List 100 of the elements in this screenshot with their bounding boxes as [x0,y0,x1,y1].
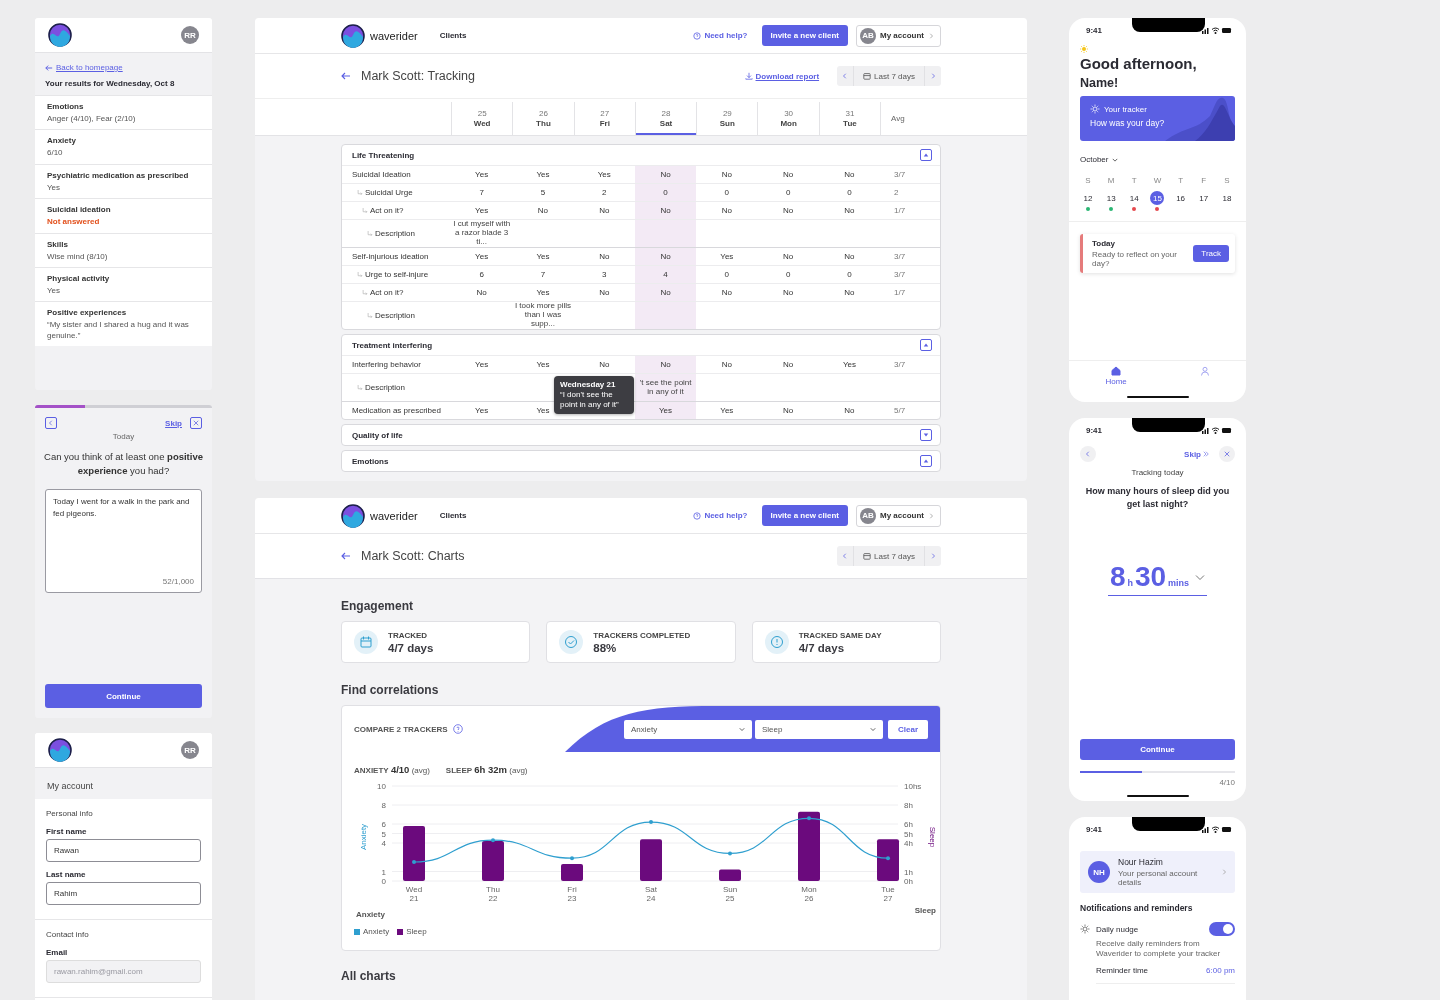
toggle-button[interactable] [920,429,932,441]
arrow-left-icon[interactable] [341,551,351,561]
logo-icon [341,503,365,528]
toggle-button[interactable] [920,149,932,161]
user-name: Name! [1080,76,1120,90]
profile-name: Nour Hazim [1118,857,1164,867]
close-button[interactable] [1219,446,1235,462]
arrow-left-icon[interactable] [341,71,351,81]
avatar[interactable]: RR [181,741,199,759]
result-value: Anger (4/10), Fear (2/10) [47,114,137,125]
table-cell: 4 [663,270,668,279]
sun-icon [1080,924,1090,934]
text-field[interactable]: Rahim [46,882,201,905]
back-button[interactable] [45,417,57,429]
account-button[interactable]: AB My account [856,24,941,47]
axis-tick: Sun 25 [722,885,738,903]
sleep-bar [877,839,899,881]
legend-label: Anxiety [363,927,390,936]
result-label: Skills [47,239,69,249]
table-cell: No [599,252,610,261]
reminder-time-link[interactable]: 6:00 pm [1206,965,1235,975]
axis-tick: Tue 27 [881,885,895,903]
nav-link[interactable]: Clients [439,511,467,520]
toggle-button[interactable] [920,339,932,351]
caret-up-icon [923,342,929,348]
signal-wifi-battery-icon [1202,26,1232,34]
invite-button[interactable]: Invite a new client [761,505,848,526]
chevron-right-icon [1221,869,1227,875]
back-link[interactable]: Back to homepage [45,63,123,72]
account-button[interactable]: AB My account [856,504,941,527]
sub-item-arrow-icon [367,230,373,237]
day-tab[interactable]: 31 Tue [818,102,881,135]
skip-link[interactable]: Skip [165,418,182,428]
person-icon [1199,366,1210,376]
tracker-label: Your tracker [1104,104,1147,114]
home-indicator [1126,396,1189,398]
table-cell: No [721,170,732,179]
axis-title: Sleep [928,826,937,848]
answer-field[interactable]: Today I went for a walk in the park and fed pigeons. 52/1,000 [45,488,202,593]
date-range-button[interactable]: Last 7 days [853,66,925,86]
calendar-date[interactable]: 12 [1081,191,1095,205]
row-label: Self-injurious ideation [352,252,429,261]
track-button[interactable]: Track [1193,245,1229,262]
avatar[interactable]: RR [181,26,199,44]
result-value: Wise mind (8/10) [47,251,109,262]
calendar-date[interactable]: 17 [1196,191,1211,205]
calendar-date[interactable]: 18 [1219,191,1234,205]
help-link[interactable]: Need help? [693,31,748,40]
day-tab[interactable]: 28 Sat [634,102,697,135]
skip-link[interactable]: Skip [1184,449,1209,459]
axis-tick: 4h [904,839,913,848]
section-heading: Notifications and reminders [1080,903,1194,913]
result-value: Not answered [47,217,101,228]
help-link[interactable]: Need help? [693,511,748,520]
axis-caption: Sleep [914,906,936,915]
average-value: 3/7 [894,170,906,179]
brand-name[interactable]: waverider [370,29,418,42]
tracker-prompt: How was your day? [1090,118,1166,128]
day-tab[interactable]: 29 Sun [696,102,758,135]
calendar-date[interactable]: 15 [1150,191,1165,205]
month-picker[interactable]: October [1080,155,1109,164]
calendar-date[interactable]: 13 [1104,191,1119,205]
date-range-button[interactable]: Last 7 days [853,546,925,566]
average-value: 5/7 [894,406,906,415]
nav-link[interactable]: Clients [439,31,467,40]
table-cell: No [660,206,671,215]
help-icon[interactable] [452,724,463,734]
duration-picker[interactable]: 8 h 30 mins [1107,561,1208,597]
chevron-left-icon [1085,451,1091,457]
day-tab[interactable]: 26 Thu [512,102,574,135]
table-cell: Yes [720,406,734,415]
account-label: My account [880,511,924,520]
continue-button[interactable]: Continue [1080,739,1235,760]
sub-item-arrow-icon [357,271,363,278]
toggle-switch[interactable] [1209,922,1235,936]
compare-label: COMPARE 2 TRACKERS [354,724,448,734]
day-tab[interactable]: 30 Mon [757,102,819,135]
day-tab[interactable]: 27 Fri [573,102,635,135]
invite-button[interactable]: Invite a new client [761,25,848,46]
toggle-button[interactable] [920,455,932,467]
stat-label: TRACKED SAME DAY [798,630,882,640]
close-button[interactable] [190,417,202,429]
day-tab[interactable]: 25 Wed [451,102,513,135]
axis-tick: Thu 22 [486,885,500,903]
tracker-banner[interactable]: Your tracker How was your day? [1080,96,1235,141]
sub-item-arrow-icon [357,384,363,391]
download-link[interactable]: Download report [744,71,820,81]
profile-card[interactable]: NH Nour Hazim Your personal account details [1080,851,1235,893]
chevron-down-icon [870,726,876,732]
wave-drawing [1165,96,1235,141]
home-tab[interactable]: Home [1105,366,1127,386]
text-field[interactable]: Rawan [46,839,201,862]
brand-name[interactable]: waverider [370,509,418,522]
calendar-date[interactable]: 16 [1173,191,1188,205]
download-icon [744,72,753,80]
chevron-right-icon [930,73,936,79]
calendar-date[interactable]: 14 [1127,191,1142,205]
table-cell: 0 [847,270,852,279]
chevron-down-icon[interactable] [1112,156,1119,163]
continue-button[interactable]: Continue [45,684,202,708]
